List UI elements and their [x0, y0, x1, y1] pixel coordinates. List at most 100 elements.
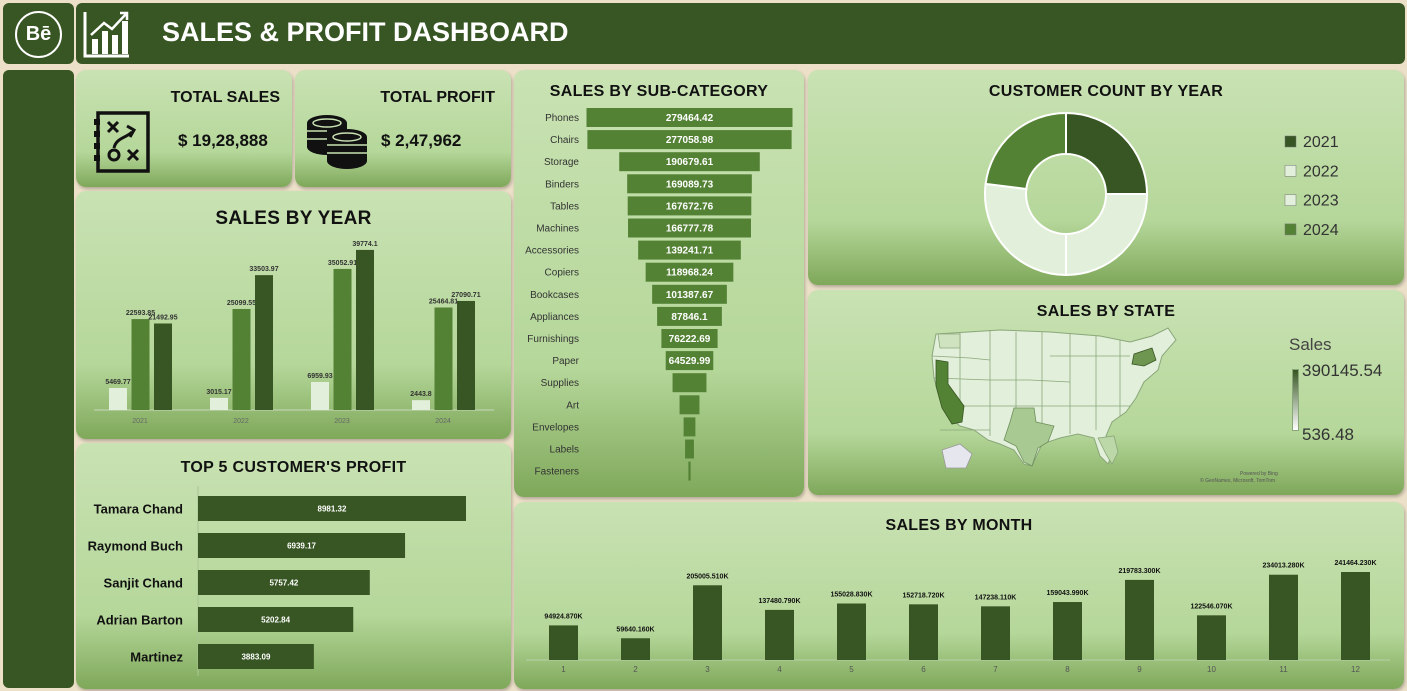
year-bar-label: 39774.1 — [352, 241, 377, 248]
year-bar-label: 35052.91 — [328, 260, 357, 267]
month-bar-label: 155028.830K — [830, 592, 872, 599]
subcategory-name: Envelopes — [532, 422, 579, 433]
month-bar — [1341, 572, 1370, 660]
customer-name: Adrian Barton — [96, 613, 183, 628]
washington-region — [937, 333, 961, 349]
subcategory-value-label: 76222.69 — [669, 334, 711, 345]
year-bar-label: 2443.8 — [410, 391, 432, 398]
subcategory-value-label: 279464.42 — [666, 113, 714, 124]
customer-profit-label: 5757.42 — [269, 579, 298, 588]
donut-slice — [1065, 111, 1149, 195]
month-bar-label: 205005.510K — [686, 573, 728, 580]
month-tick-label: 10 — [1207, 665, 1216, 674]
subcategory-name: Supplies — [541, 378, 579, 389]
donut-legend-swatch — [1284, 223, 1297, 236]
total-sales-label: TOTAL SALES — [170, 89, 280, 106]
subcategory-name: Copiers — [545, 268, 579, 279]
sales-by-month-chart: 94924.870K 1 59640.160K 2 205005.510K 3 137480… — [526, 560, 1390, 674]
customer-name: Tamara Chand — [94, 502, 183, 517]
map-legend-gradient — [1292, 369, 1299, 431]
year-bar — [232, 308, 251, 410]
customer-count-panel: CUSTOMER COUNT BY YEAR 2021 2022 2023 2024 — [808, 70, 1404, 285]
year-bar — [154, 323, 172, 410]
year-bar — [457, 300, 475, 410]
year-bar — [333, 268, 352, 410]
subcategory-bar — [679, 395, 700, 415]
header-bar: SALES & PROFIT DASHBOARD — [76, 3, 1405, 64]
month-tick-label: 6 — [921, 665, 926, 674]
month-bar — [1269, 574, 1298, 660]
year-bar — [434, 307, 453, 410]
customer-name: Raymond Buch — [88, 539, 183, 554]
subcategory-name: Chairs — [550, 135, 579, 146]
month-tick-label: 7 — [993, 665, 998, 674]
month-bar-label: 59640.160K — [616, 626, 654, 633]
subcategory-value-label: 118968.24 — [666, 268, 713, 279]
subcategory-name: Storage — [544, 157, 579, 168]
year-bar-label: 3015.17 — [206, 389, 231, 396]
donut-legend-label: 2022 — [1303, 163, 1339, 180]
subcategory-name: Fasteners — [535, 467, 579, 478]
subcategory-value-label: 190679.61 — [666, 157, 714, 168]
subcategory-value-label: 139241.71 — [666, 246, 714, 257]
customer-name: Martinez — [130, 650, 183, 665]
month-bar — [909, 604, 938, 660]
month-bar-label: 122546.070K — [1190, 603, 1232, 610]
month-tick-label: 1 — [561, 665, 566, 674]
dashboard-title: SALES & PROFIT DASHBOARD — [162, 17, 569, 47]
subcategory-value-label: 166777.78 — [666, 224, 714, 235]
year-bar — [356, 249, 374, 410]
month-bar — [981, 606, 1010, 660]
sales-by-state-panel: SALES BY STATE Powered by Bing © GeoName… — [808, 290, 1404, 495]
month-bar — [765, 609, 794, 660]
donut-legend-label: 2023 — [1303, 193, 1339, 210]
subcategory-name: Tables — [550, 201, 579, 212]
year-bar — [131, 319, 150, 410]
subcategory-name: Binders — [545, 179, 579, 190]
donut-slice — [984, 111, 1067, 191]
year-bar-label: 25464.81 — [429, 299, 458, 306]
subcategory-value-label: 169089.73 — [666, 179, 714, 190]
top5-customers-chart: 8981.32 Tamara Chand 6939.17 Raymond Buch 57… — [88, 486, 466, 676]
month-bar — [837, 603, 866, 660]
donut-slice — [984, 182, 1067, 277]
year-tick-label: 2021 — [132, 418, 148, 425]
subcategory-name: Machines — [536, 224, 579, 235]
month-bar-label: 152718.720K — [902, 592, 944, 599]
month-tick-label: 5 — [849, 665, 854, 674]
donut-legend-swatch — [1284, 135, 1297, 148]
subcategory-name: Labels — [550, 445, 579, 456]
month-tick-label: 12 — [1351, 665, 1360, 674]
behance-logo: Bē — [15, 11, 62, 58]
subcategory-bar — [683, 417, 696, 437]
alaska-region — [941, 443, 973, 469]
donut-legend-label: 2024 — [1303, 222, 1339, 239]
month-bar — [693, 585, 722, 660]
total-sales-value: $ 19,28,888 — [178, 131, 268, 150]
total-profit-label: TOTAL PROFIT — [380, 89, 495, 106]
sales-by-state-title: SALES BY STATE — [1036, 303, 1176, 320]
customer-profit-label: 5202.84 — [261, 616, 290, 625]
sales-by-year-panel: SALES BY YEAR 5469.77 22593.85 21492.95 202… — [76, 191, 511, 439]
top5-customers-panel: TOP 5 CUSTOMER'S PROFIT 8981.32 Tamara Ch… — [76, 443, 511, 689]
customer-profit-label: 6939.17 — [287, 542, 316, 551]
total-profit-value: $ 2,47,962 — [381, 131, 462, 150]
sidebar — [3, 70, 74, 688]
month-bar-label: 94924.870K — [544, 613, 582, 620]
month-tick-label: 11 — [1279, 665, 1288, 674]
subcategory-bar — [688, 461, 691, 481]
customer-name: Sanjit Chand — [104, 576, 184, 591]
customer-profit-label: 3883.09 — [241, 653, 270, 662]
month-tick-label: 3 — [705, 665, 710, 674]
strategy-board-icon — [94, 111, 150, 173]
sales-by-month-panel: SALES BY MONTH 94924.870K 1 59640.160K 2 205… — [514, 502, 1404, 689]
month-bar-label: 241464.230K — [1334, 560, 1376, 567]
year-tick-label: 2023 — [334, 418, 350, 425]
month-tick-label: 9 — [1137, 665, 1142, 674]
month-tick-label: 8 — [1065, 665, 1070, 674]
subcategory-name: Phones — [545, 113, 579, 124]
subcategory-name: Paper — [552, 356, 579, 367]
subcategory-name: Art — [566, 400, 579, 411]
us-map — [931, 327, 1177, 469]
subcategory-value-label: 277058.98 — [666, 135, 714, 146]
